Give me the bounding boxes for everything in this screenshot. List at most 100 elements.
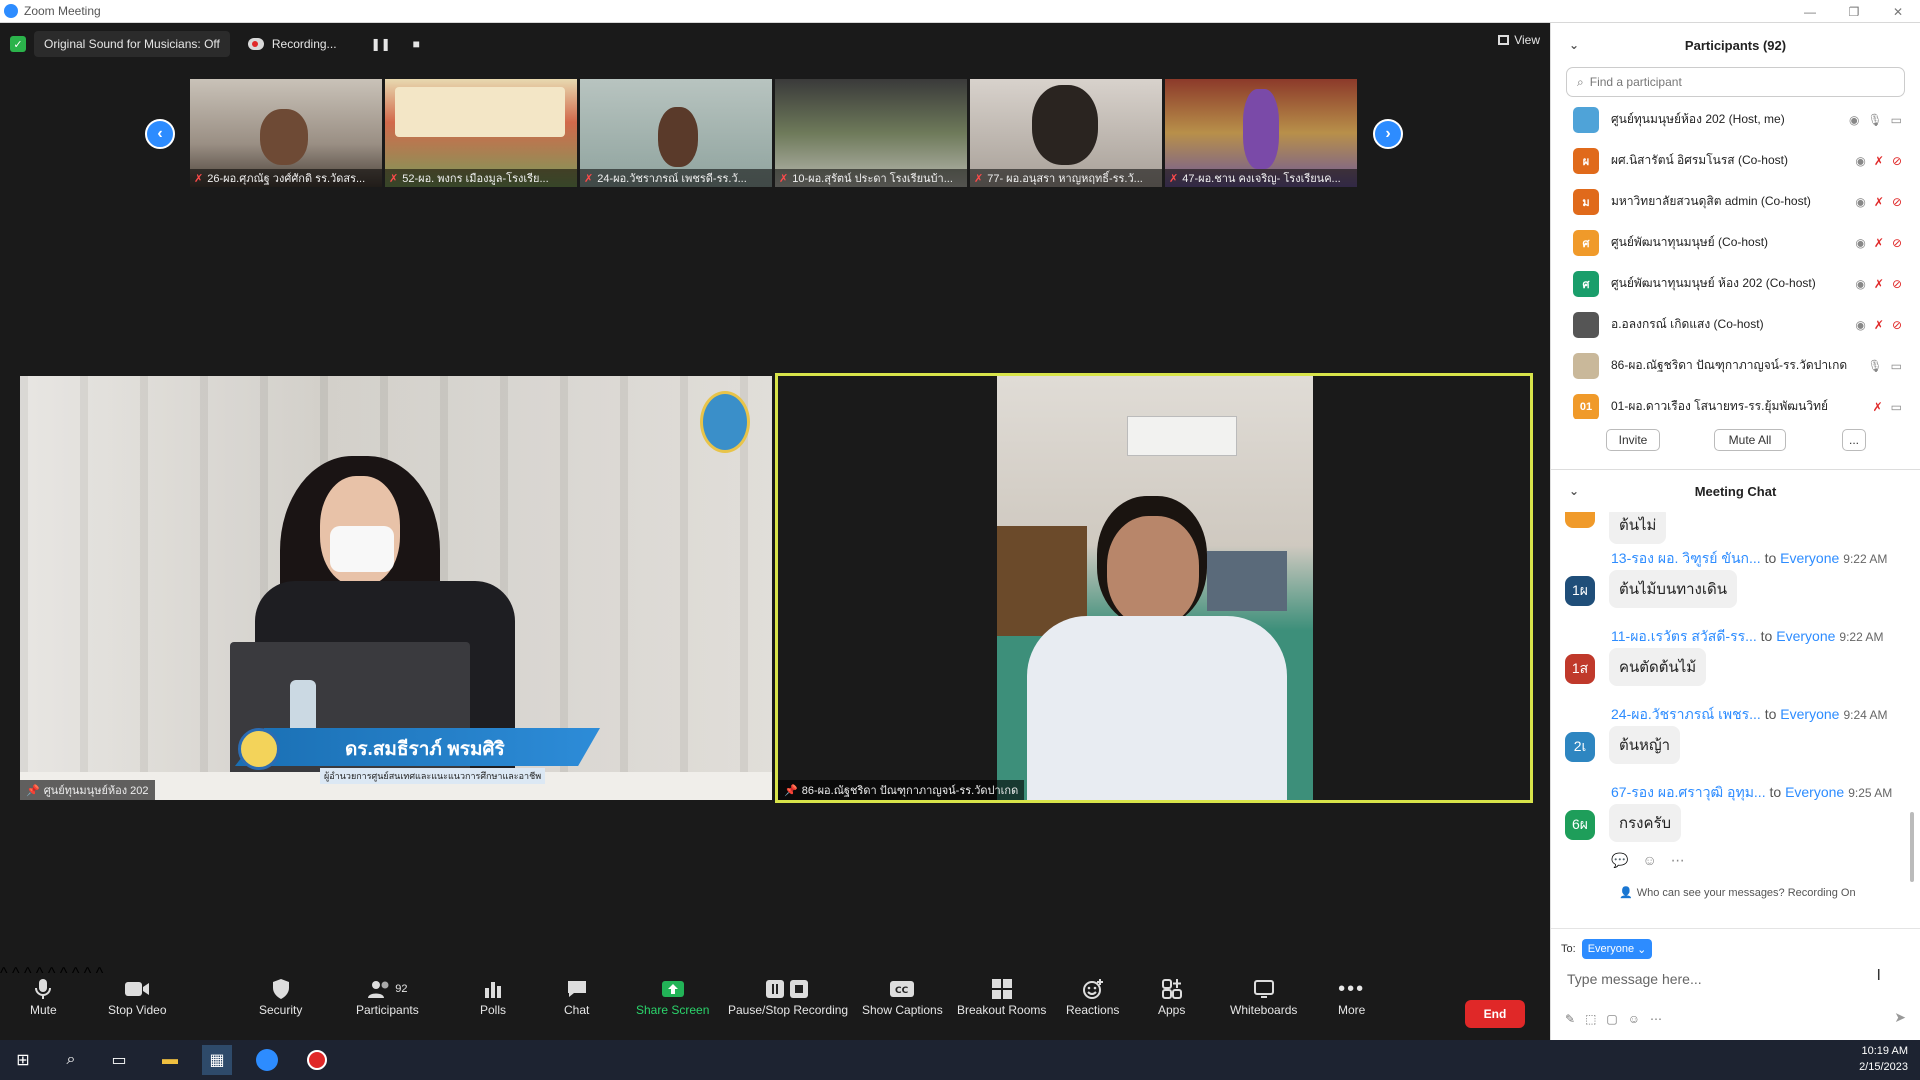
video-camera-icon[interactable]: ▭ [1891,359,1902,373]
video-off-icon[interactable]: ⊘ [1892,318,1902,332]
reactions-options-chevron-icon[interactable]: ^ [72,965,80,982]
mic-off-icon[interactable]: ✗ [1873,400,1883,414]
stop-recording-icon[interactable]: ■ [413,37,420,51]
more-button[interactable]: ••• More [1338,975,1365,1018]
system-clock[interactable]: 10:19 AM 2/15/2023 [1859,1043,1908,1075]
prev-page-icon[interactable]: ‹ [145,119,175,149]
apps-options-chevron-icon[interactable]: ^ [84,965,92,982]
video-thumbnail[interactable]: ✗ 10-ผอ.สุรัตน์ ประดา โรงเรียนบ้า... [775,79,967,187]
security-button[interactable]: Security [259,975,302,1017]
microphone-icon[interactable]: 🎙 [1867,359,1882,373]
file-explorer-icon[interactable]: ▬ [155,1045,185,1075]
participant-row[interactable]: ศูนย์ทุนมนุษย์ห้อง 202 (Host, me) ◉ 🎙 ▭ [1551,99,1920,140]
main-video-right[interactable]: 📌 86-ผอ.ณัฐชริดา ปัณฑุกาภาญจน์-รร.วัดปาเก… [775,373,1533,803]
main-video-left[interactable]: ดร.สมธีราภ์ พรมศิริ ผู้อำนวยการศูนย์สนเท… [20,376,772,800]
security-shield-icon[interactable]: ✓ [10,36,26,52]
avatar: 1ส [1565,654,1595,684]
message-input[interactable]: Type message here... [1567,971,1702,987]
mute-button[interactable]: Mute [30,975,57,1017]
video-off-icon[interactable]: ⊘ [1892,195,1902,209]
share-screen-button[interactable]: Share Screen [636,975,709,1017]
participants-button[interactable]: 92 Participants [356,975,419,1017]
video-camera-icon[interactable]: ▭ [1891,113,1902,127]
video-thumbnail[interactable]: ✗ 26-ผอ.ศุภณัฐ วงศ์ศักดิ รร.วัดสร... [190,79,382,187]
whiteboards-button[interactable]: Whiteboards [1230,975,1297,1017]
message-sender[interactable]: 24-ผอ.วัชราภรณ์ เพชร... [1611,706,1761,722]
add-reaction-icon[interactable]: ☺ [1642,852,1656,869]
close-icon[interactable]: ✕ [1876,0,1920,23]
search-icon[interactable]: ⌕ [56,1045,86,1075]
reactions-button[interactable]: Reactions [1066,975,1119,1017]
participant-row[interactable]: ศ ศูนย์พัฒนาทุนมนุษย์ ห้อง 202 (Co-host)… [1551,263,1920,304]
more-options-button[interactable]: ... [1842,429,1866,451]
collapse-chat-chevron-icon[interactable]: ⌄ [1569,484,1579,498]
windows-start-icon[interactable]: ⊞ [8,1045,38,1075]
video-off-icon[interactable]: ⊘ [1892,277,1902,291]
pause-recording-icon[interactable]: ❚❚ [371,37,391,51]
next-page-icon[interactable]: › [1373,119,1403,149]
mic-off-icon[interactable]: ✗ [1874,236,1884,250]
captions-options-chevron-icon[interactable]: ^ [60,965,68,982]
mic-off-icon[interactable]: ✗ [1874,154,1884,168]
participant-row[interactable]: ศ ศูนย์พัฒนาทุนมนุษย์ (Co-host) ◉ ✗ ⊘ [1551,222,1920,263]
video-options-chevron-icon[interactable]: ^ [12,965,20,982]
minimize-icon[interactable]: — [1788,0,1832,23]
format-text-icon[interactable]: ✎ [1565,1012,1575,1026]
video-off-icon[interactable]: ⊘ [1892,154,1902,168]
file-icon[interactable]: ▢ [1606,1012,1617,1026]
more-dots-icon[interactable]: ⋯ [1671,852,1685,869]
pause-stop-recording-button[interactable]: Pause/Stop Recording [728,975,848,1017]
show-captions-button[interactable]: CC Show Captions [862,975,943,1017]
stop-video-button[interactable]: Stop Video [108,975,167,1017]
participant-row[interactable]: ม มหาวิทยาลัยสวนดุสิต admin (Co-host) ◉ ✗… [1551,181,1920,222]
app-icon[interactable]: ▦ [202,1045,232,1075]
participant-row[interactable]: 86-ผอ.ณัฐชริดา ปัณฑุกาภาญจน์-รร.วัดปาเกด… [1551,345,1920,386]
polls-icon [483,975,503,1003]
zoom-app-icon[interactable] [252,1045,282,1075]
participant-search-input[interactable]: ⌕ Find a participant [1566,67,1905,97]
task-view-icon[interactable]: ▭ [104,1045,134,1075]
video-thumbnail[interactable]: ✗ 47-ผอ.ชาน คงเจริญ- โรงเรียนค... [1165,79,1357,187]
participant-row[interactable]: อ.อลงกรณ์ เกิดแสง (Co-host) ◉ ✗ ⊘ [1551,304,1920,345]
video-camera-icon[interactable]: ▭ [1891,400,1902,414]
invite-button[interactable]: Invite [1606,429,1660,451]
apps-button[interactable]: Apps [1158,975,1185,1017]
video-thumbnail[interactable]: ✗ 52-ผอ. พงกร เมืองมูล-โรงเรีย... [385,79,577,187]
record-app-icon[interactable] [302,1045,332,1075]
original-sound-label: Original Sound for Musicians: Off [44,37,220,51]
more-dots-icon[interactable]: ⋯ [1650,1012,1662,1026]
end-meeting-button[interactable]: End [1465,1000,1525,1028]
view-button[interactable]: View [1498,33,1540,47]
speaker-video [997,376,1313,800]
video-thumbnail[interactable]: ✗ 24-ผอ.วัชราภรณ์ เพชรดี-รร.วั... [580,79,772,187]
reply-icon[interactable]: 💬 [1611,852,1628,869]
video-thumbnail[interactable]: ✗ 77- ผอ.อนุสรา หาญหฤทธิ์-รร.วั... [970,79,1162,187]
message-sender[interactable]: 13-รอง ผอ. วิฑูรย์ ขันก... [1611,550,1761,566]
message-sender[interactable]: 67-รอง ผอ.ศราวุฒิ อุทุม... [1611,784,1766,800]
meeting-topbar: ✓ Original Sound for Musicians: Off Reco… [10,31,430,57]
mute-options-chevron-icon[interactable]: ^ [0,965,8,982]
polls-button[interactable]: Polls [480,975,506,1017]
screenshot-icon[interactable]: ⬚ [1585,1012,1596,1026]
video-off-icon[interactable]: ⊘ [1892,236,1902,250]
mic-off-icon[interactable]: ✗ [1874,277,1884,291]
message-sender[interactable]: 11-ผอ.เรวัตร สวัสดี-รร... [1611,628,1757,644]
mic-off-icon[interactable]: ✗ [1874,318,1884,332]
mute-all-button[interactable]: Mute All [1714,429,1786,451]
chat-scrollbar[interactable] [1910,812,1914,882]
recipient-dropdown[interactable]: Everyone ⌄ [1581,939,1653,959]
participant-row[interactable]: 01 01-ผอ.ดาวเรือง โสนายทร-รร.ยุ้มพัฒนวิท… [1551,386,1920,419]
chat-button[interactable]: Chat [564,975,589,1017]
emoji-icon[interactable]: ☺ [1628,1012,1640,1026]
mic-off-icon[interactable]: ✗ [1874,195,1884,209]
send-icon[interactable]: ➤ [1894,1009,1906,1026]
restore-icon[interactable]: ❐ [1832,0,1876,23]
whiteboards-options-chevron-icon[interactable]: ^ [96,965,104,982]
mic-off-icon: ✗ [1169,172,1179,185]
visibility-note[interactable]: 👤 Who can see your messages? Recording O… [1619,886,1856,900]
original-sound-toggle[interactable]: Original Sound for Musicians: Off [34,31,230,57]
collapse-participants-chevron-icon[interactable]: ⌄ [1569,38,1579,52]
participant-row[interactable]: ผ ผศ.นิสารัตน์ อิศรมโนรส (Co-host) ◉ ✗ ⊘ [1551,140,1920,181]
microphone-icon[interactable]: 🎙 [1867,113,1882,127]
breakout-rooms-button[interactable]: Breakout Rooms [957,975,1046,1017]
